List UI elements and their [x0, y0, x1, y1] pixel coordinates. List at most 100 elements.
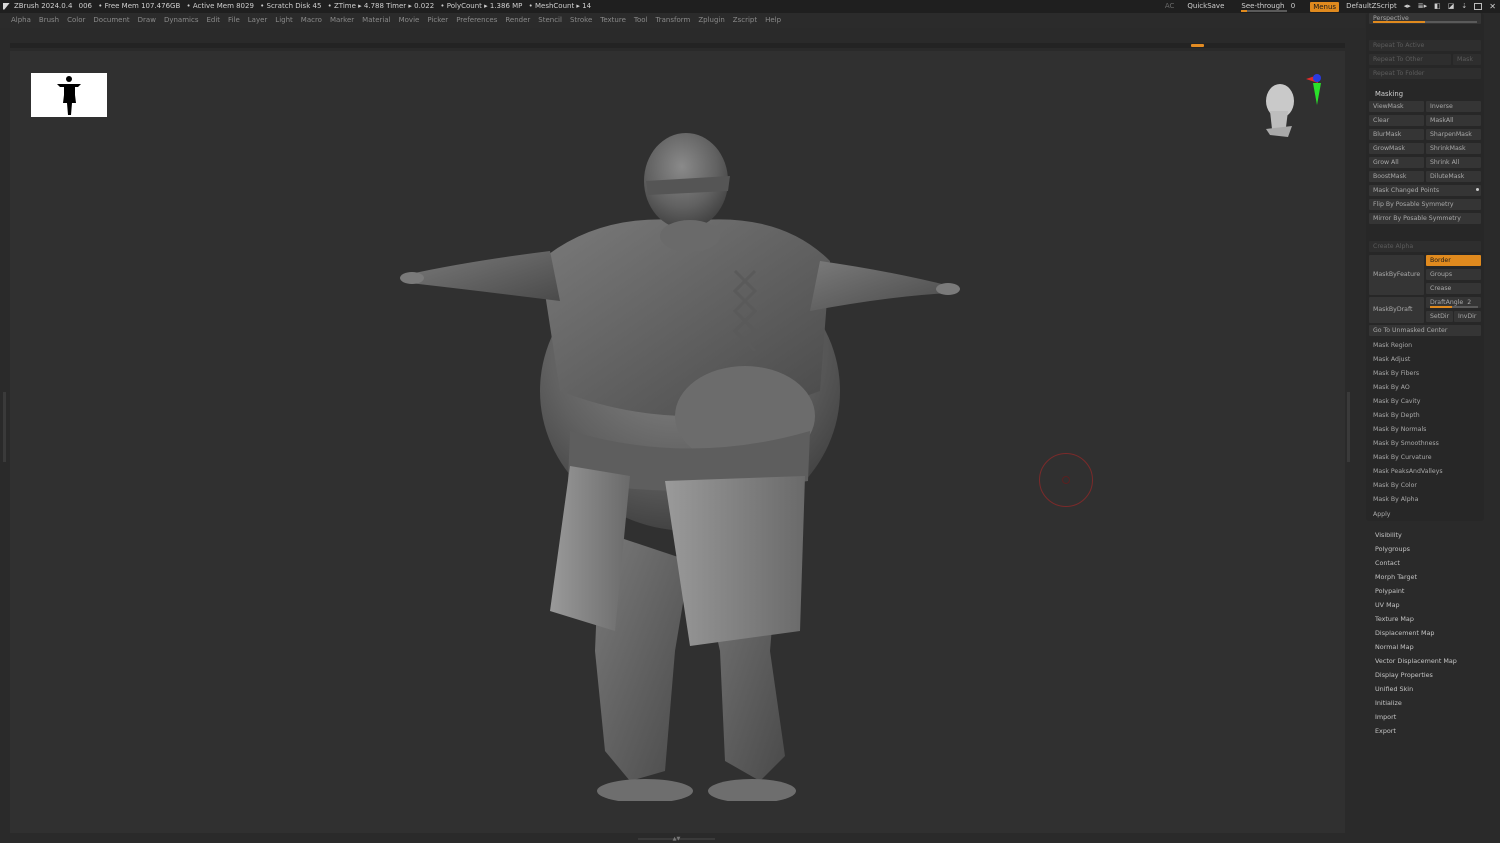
menu-zscript[interactable]: Zscript	[733, 16, 757, 24]
mask-adjust-menu[interactable]: Mask Adjust	[1369, 354, 1481, 365]
menu-movie[interactable]: Movie	[399, 16, 420, 24]
layout-cycle-icon[interactable]: ≣▸	[1418, 0, 1427, 13]
quicksave-button[interactable]: QuickSave	[1187, 0, 1224, 13]
clear-mask-button[interactable]: Clear	[1369, 115, 1424, 126]
see-through-track[interactable]	[1241, 10, 1288, 12]
menu-help[interactable]: Help	[765, 16, 781, 24]
restore-icon[interactable]	[1474, 3, 1483, 10]
subpalette-polygroups[interactable]: Polygroups	[1375, 545, 1410, 553]
subpalette-morph-target[interactable]: Morph Target	[1375, 573, 1417, 581]
see-through-slider[interactable]: See-through 0	[1241, 0, 1295, 13]
go-to-unmasked-center-button[interactable]: Go To Unmasked Center	[1369, 325, 1481, 336]
mask-by-alpha-menu[interactable]: Mask By Alpha	[1369, 494, 1481, 505]
mask-by-curvature-menu[interactable]: Mask By Curvature	[1369, 452, 1481, 463]
subpalette-export[interactable]: Export	[1375, 727, 1396, 735]
grow-mask-button[interactable]: GrowMask	[1369, 143, 1424, 154]
blur-mask-button[interactable]: BlurMask	[1369, 129, 1424, 140]
mask-by-normals-menu[interactable]: Mask By Normals	[1369, 424, 1481, 435]
draft-angle-track[interactable]	[1430, 306, 1478, 308]
repeat-mask-button[interactable]: Mask	[1453, 54, 1481, 65]
subpalette-display-properties[interactable]: Display Properties	[1375, 671, 1433, 679]
navigation-head-icon[interactable]	[1252, 71, 1322, 151]
layout-toggle-icon[interactable]: ◂▸	[1404, 0, 1411, 13]
menu-dynamics[interactable]: Dynamics	[164, 16, 199, 24]
sharpen-mask-button[interactable]: SharpenMask	[1426, 129, 1481, 140]
menu-tool[interactable]: Tool	[634, 16, 648, 24]
menu-macro[interactable]: Macro	[301, 16, 322, 24]
menu-document[interactable]: Document	[93, 16, 129, 24]
menu-edit[interactable]: Edit	[206, 16, 220, 24]
subpalette-initialize[interactable]: Initialize	[1375, 699, 1402, 707]
menu-material[interactable]: Material	[362, 16, 390, 24]
viewmask-button[interactable]: ViewMask	[1369, 101, 1424, 112]
subpalette-contact[interactable]: Contact	[1375, 559, 1400, 567]
ac-toggle[interactable]: AC	[1165, 0, 1175, 13]
menu-marker[interactable]: Marker	[330, 16, 354, 24]
shrink-mask-button[interactable]: ShrinkMask	[1426, 143, 1481, 154]
minimize-icon[interactable]: ⇣	[1461, 0, 1467, 13]
apply-menu[interactable]: Apply	[1369, 509, 1481, 520]
menu-layer[interactable]: Layer	[248, 16, 268, 24]
subpalette-uv-map[interactable]: UV Map	[1375, 601, 1400, 609]
mask-peaks-valleys-menu[interactable]: Mask PeaksAndValleys	[1369, 466, 1481, 477]
boost-mask-button[interactable]: BoostMask	[1369, 171, 1424, 182]
perspective-slider[interactable]	[1373, 21, 1477, 23]
menu-file[interactable]: File	[228, 16, 240, 24]
mask-region-menu[interactable]: Mask Region	[1369, 340, 1481, 351]
subpalette-texture-map[interactable]: Texture Map	[1375, 615, 1414, 623]
subpalette-polypaint[interactable]: Polypaint	[1375, 587, 1404, 595]
menu-draw[interactable]: Draw	[138, 16, 156, 24]
mask-by-smoothness-menu[interactable]: Mask By Smoothness	[1369, 438, 1481, 449]
border-toggle[interactable]: Border	[1426, 255, 1481, 266]
menu-color[interactable]: Color	[67, 16, 85, 24]
repeat-to-other-button[interactable]: Repeat To Other	[1369, 54, 1451, 65]
dilute-mask-button[interactable]: DiluteMask	[1426, 171, 1481, 182]
subpalette-vector-displacement-map[interactable]: Vector Displacement Map	[1375, 657, 1457, 665]
menu-transform[interactable]: Transform	[656, 16, 691, 24]
mirror-posable-symmetry-button[interactable]: Mirror By Posable Symmetry	[1369, 213, 1481, 224]
mask-by-cavity-menu[interactable]: Mask By Cavity	[1369, 396, 1481, 407]
menu-render[interactable]: Render	[505, 16, 530, 24]
menus-button[interactable]: Menus	[1310, 1, 1340, 12]
mask-by-color-menu[interactable]: Mask By Color	[1369, 480, 1481, 491]
create-alpha-button[interactable]: Create Alpha	[1369, 241, 1481, 252]
help-icon[interactable]: ◧	[1434, 0, 1441, 13]
subpalette-import[interactable]: Import	[1375, 713, 1396, 721]
menu-zplugin[interactable]: Zplugin	[698, 16, 724, 24]
mask-by-fibers-menu[interactable]: Mask By Fibers	[1369, 368, 1481, 379]
menu-stroke[interactable]: Stroke	[570, 16, 592, 24]
default-zscript-button[interactable]: DefaultZScript	[1346, 0, 1397, 13]
grow-all-button[interactable]: Grow All	[1369, 157, 1424, 168]
close-icon[interactable]: ✕	[1489, 0, 1496, 13]
script-icon[interactable]: ◪	[1448, 0, 1455, 13]
menu-stencil[interactable]: Stencil	[538, 16, 562, 24]
right-tray-handle[interactable]	[1347, 392, 1350, 462]
repeat-to-folder-button[interactable]: Repeat To Folder	[1369, 68, 1481, 79]
menu-alpha[interactable]: Alpha	[11, 16, 31, 24]
menu-brush[interactable]: Brush	[39, 16, 59, 24]
bottom-tray-handle[interactable]: ▲▼	[638, 837, 715, 842]
inv-dir-button[interactable]: InvDir	[1454, 311, 1481, 322]
groups-toggle[interactable]: Groups	[1426, 269, 1481, 280]
masking-title[interactable]: Masking	[1375, 90, 1403, 98]
subpalette-normal-map[interactable]: Normal Map	[1375, 643, 1414, 651]
mask-by-draft-button[interactable]: MaskByDraft	[1369, 297, 1424, 323]
crease-toggle[interactable]: Crease	[1426, 283, 1481, 294]
subpalette-visibility[interactable]: Visibility	[1375, 531, 1402, 539]
mask-by-ao-menu[interactable]: Mask By AO	[1369, 382, 1481, 393]
mask-by-depth-menu[interactable]: Mask By Depth	[1369, 410, 1481, 421]
menu-light[interactable]: Light	[275, 16, 292, 24]
flip-posable-symmetry-button[interactable]: Flip By Posable Symmetry	[1369, 199, 1481, 210]
sculpt-model[interactable]	[390, 91, 970, 803]
canvas-viewport[interactable]	[10, 51, 1345, 833]
timeline-marker[interactable]	[1191, 44, 1204, 47]
menu-preferences[interactable]: Preferences	[456, 16, 497, 24]
mask-by-feature-button[interactable]: MaskByFeature	[1369, 255, 1424, 295]
set-dir-button[interactable]: SetDir	[1426, 311, 1453, 322]
subpalette-unified-skin[interactable]: Unified Skin	[1375, 685, 1413, 693]
subpalette-displacement-map[interactable]: Displacement Map	[1375, 629, 1434, 637]
mask-changed-points-button[interactable]: Mask Changed Points	[1369, 185, 1481, 196]
timeline-bar[interactable]	[10, 43, 1345, 48]
silhouette-thumbnail[interactable]	[31, 73, 107, 117]
menu-picker[interactable]: Picker	[427, 16, 448, 24]
